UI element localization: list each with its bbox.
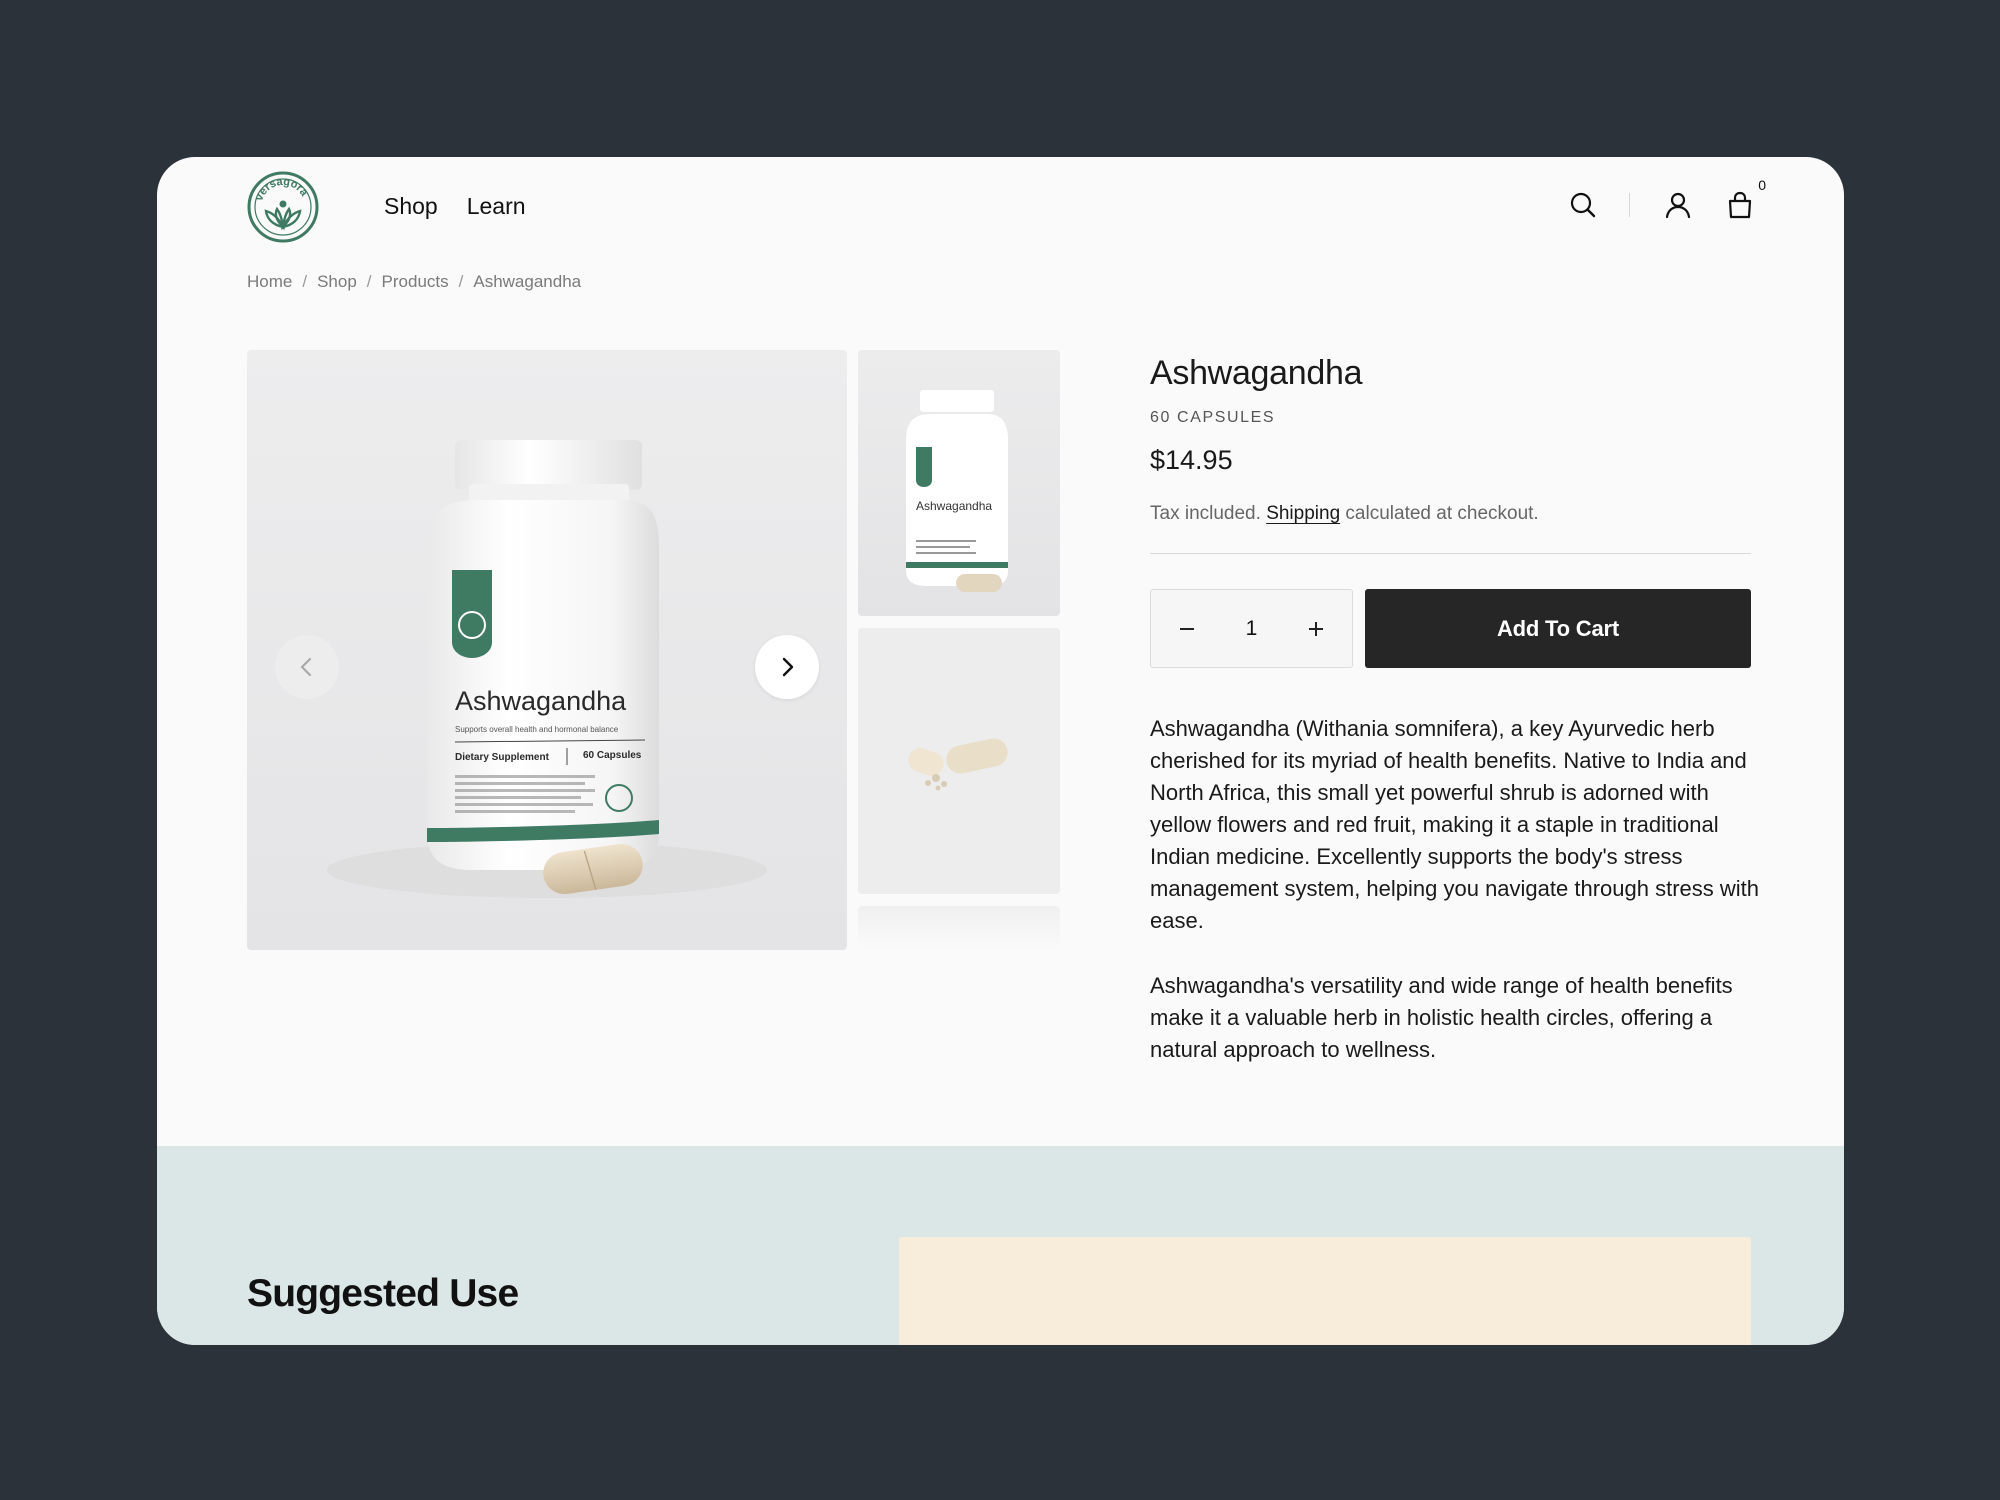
decrease-quantity-button[interactable]	[1169, 611, 1205, 647]
breadcrumb-shop[interactable]: Shop	[317, 272, 357, 292]
browser-window: versagora Shop Learn 0 Home / Shop / Pro…	[157, 157, 1844, 1345]
cart-bag-icon	[1728, 191, 1752, 219]
product-subtitle: 60 CAPSULES	[1150, 409, 1276, 426]
cart-count-badge: 0	[1758, 177, 1766, 193]
versagora-logo[interactable]: versagora	[247, 171, 319, 243]
add-to-cart-button[interactable]: Add To Cart	[1365, 589, 1751, 668]
nav-learn[interactable]: Learn	[467, 193, 526, 220]
breadcrumb-separator: /	[366, 272, 372, 291]
chevron-left-icon	[300, 657, 312, 677]
suggested-use-card	[899, 1237, 1751, 1345]
chevron-right-icon	[782, 657, 794, 677]
search-icon[interactable]	[1567, 189, 1599, 221]
svg-text:Ashwagandha: Ashwagandha	[916, 499, 992, 513]
product-price: $14.95	[1150, 445, 1233, 475]
suggested-use-section: Suggested Use	[157, 1146, 1844, 1345]
account-icon[interactable]	[1662, 189, 1694, 221]
product-description-2: Ashwagandha's versatility and wide range…	[1150, 973, 1733, 1062]
header-divider	[1629, 193, 1630, 217]
minus-icon	[1180, 627, 1194, 630]
main-product-image[interactable]: Ashwagandha Supports overall health and …	[247, 350, 847, 950]
breadcrumb-products[interactable]: Products	[382, 272, 449, 292]
thumbnail-capsules[interactable]	[858, 628, 1060, 894]
thumbnail-capsules-image	[908, 738, 1008, 791]
tax-note: Tax included. Shipping calculated at che…	[1150, 503, 1539, 525]
suggested-use-title: Suggested Use	[247, 1272, 519, 1315]
svg-text:60 Capsules: 60 Capsules	[583, 750, 642, 761]
quantity-stepper	[1150, 589, 1353, 668]
nav-shop[interactable]: Shop	[384, 193, 438, 220]
gallery-prev-button[interactable]	[275, 635, 339, 699]
product-bottle-image: Ashwagandha Supports overall health and …	[327, 440, 767, 898]
thumbnail-bottle-image: Ashwagandha	[906, 390, 1008, 592]
gallery-next-button[interactable]	[755, 635, 819, 699]
cart-button[interactable]: 0	[1724, 177, 1766, 221]
header-actions: 0	[1567, 177, 1766, 221]
breadcrumb-separator: /	[458, 272, 464, 291]
tax-suffix: calculated at checkout.	[1345, 503, 1539, 524]
tax-prefix: Tax included.	[1150, 503, 1261, 524]
svg-text:Ashwagandha: Ashwagandha	[455, 686, 627, 716]
quantity-input[interactable]	[1231, 616, 1272, 641]
thumbnail-bottle[interactable]: Ashwagandha	[858, 350, 1060, 616]
plus-icon	[1309, 621, 1323, 636]
svg-text:Dietary Supplement: Dietary Supplement	[455, 752, 550, 763]
shipping-link[interactable]: Shipping	[1266, 503, 1340, 524]
divider	[1150, 553, 1751, 554]
breadcrumb-home[interactable]: Home	[247, 272, 292, 292]
svg-text:Supports overall health and ho: Supports overall health and hormonal bal…	[455, 725, 619, 734]
increase-quantity-button[interactable]	[1298, 611, 1334, 647]
main-nav: Shop Learn	[384, 193, 526, 220]
breadcrumb-separator: /	[302, 272, 308, 291]
product-description-1: Ashwagandha (Withania somnifera), a key …	[1150, 716, 1759, 933]
breadcrumb: Home / Shop / Products / Ashwagandha	[247, 272, 581, 292]
product-title: Ashwagandha	[1150, 354, 1363, 392]
thumbnail-more[interactable]	[858, 906, 1060, 950]
breadcrumb-current: Ashwagandha	[473, 272, 582, 291]
